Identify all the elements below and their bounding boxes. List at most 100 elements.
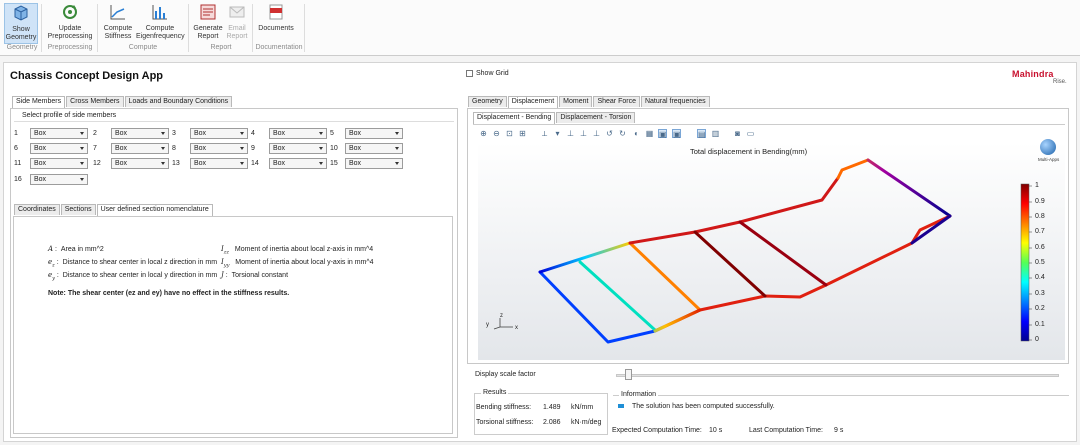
tab-coordinates[interactable]: Coordinates — [14, 204, 60, 215]
scene-light-icon[interactable]: ◐ — [632, 129, 641, 138]
member-number-label: 3 — [172, 130, 176, 137]
member-number-label: 1 — [14, 130, 18, 137]
generate-report-button[interactable]: Generate Report — [193, 3, 223, 41]
select-profile-title: Select profile of side members — [22, 112, 117, 119]
documents-label: Documents — [258, 25, 294, 32]
compute-eigenfrequency-button[interactable]: Compute Eigenfrequency — [136, 3, 185, 41]
geometry-icon — [14, 5, 28, 21]
member-profile-select[interactable]: Box — [111, 158, 169, 169]
view-xy-icon[interactable]: ⊥ — [566, 129, 575, 138]
tab-cross-members[interactable]: Cross Members — [66, 96, 124, 107]
member-profile-select[interactable]: Box — [269, 143, 327, 154]
chevron-down-icon — [80, 178, 84, 181]
bending-stiffness-value: 1.489 — [543, 404, 561, 411]
print-icon[interactable]: ▭ — [746, 129, 755, 138]
zoom-out-icon[interactable]: ⊖ — [492, 129, 501, 138]
member-profile-select[interactable]: Box — [190, 128, 248, 139]
view-yz-icon[interactable]: ⊥ — [579, 129, 588, 138]
member-profile-select[interactable]: Box — [30, 158, 88, 169]
left-tabbar: Side Members Cross Members Loads and Bou… — [12, 96, 233, 108]
member-profile-select[interactable]: Box — [345, 158, 403, 169]
compute-stiffness-button[interactable]: Compute Stiffness — [101, 3, 135, 41]
tab-displacement[interactable]: Displacement — [507, 96, 559, 108]
member-profile-select[interactable]: Box — [345, 128, 403, 139]
tab-shear-force[interactable]: Shear Force — [593, 96, 640, 107]
compute-eigenfrequency-label-1: Compute — [145, 25, 175, 32]
nomen-ey: ey : Distance to shear center in local y… — [48, 271, 218, 282]
grid-view-icon[interactable]: ▤ — [697, 129, 706, 139]
wireframe-icon[interactable]: ▣ — [658, 129, 667, 139]
tab-displacement-torsion[interactable]: Displacement - Torsion — [556, 112, 636, 123]
zoom-in-icon[interactable]: ⊕ — [479, 129, 488, 138]
tab-side-members[interactable]: Side Members — [12, 96, 66, 108]
member-profile-value: Box — [194, 160, 207, 167]
displacement-subtabbar: Displacement - Bending Displacement - To… — [473, 112, 636, 124]
dropdown-arrow-icon[interactable]: ▾ — [553, 129, 562, 138]
member-profile-select[interactable]: Box — [30, 128, 88, 139]
member-profile-select[interactable]: Box — [30, 174, 88, 185]
info-status-icon — [618, 404, 624, 408]
chevron-down-icon — [240, 132, 244, 135]
multi-apps-badge-icon — [1040, 139, 1056, 155]
rotate-left-icon[interactable]: ↺ — [605, 129, 614, 138]
tab-geometry[interactable]: Geometry — [468, 96, 507, 107]
member-profile-select[interactable]: Box — [111, 143, 169, 154]
show-grid-checkbox[interactable] — [466, 70, 473, 77]
tab-displacement-bending[interactable]: Displacement - Bending — [473, 112, 556, 124]
member-profile-select[interactable]: Box — [269, 128, 327, 139]
plot-title: Total displacement in Bending(mm) — [690, 147, 808, 156]
chevron-down-icon — [240, 162, 244, 165]
show-geometry-button[interactable]: Show Geometry — [4, 3, 38, 44]
member-number-label: 2 — [93, 130, 97, 137]
member-profile-value: Box — [115, 145, 128, 152]
graphics-canvas[interactable] — [478, 142, 1065, 360]
shear-center-note: Note: The shear center (ez and ey) have … — [48, 290, 290, 297]
member-number-label: 14 — [251, 160, 259, 167]
scale-slider-track[interactable] — [616, 374, 1059, 377]
render-icon[interactable]: ▣ — [672, 129, 681, 139]
section-divider — [14, 121, 454, 122]
member-profile-select[interactable]: Box — [190, 158, 248, 169]
ribbon-separator — [304, 4, 305, 52]
member-profile-value: Box — [194, 130, 207, 137]
transparency-icon[interactable]: ▦ — [645, 129, 654, 138]
member-profile-value: Box — [349, 145, 362, 152]
member-profile-select[interactable]: Box — [190, 143, 248, 154]
member-profile-value: Box — [115, 130, 128, 137]
view-zx-icon[interactable]: ⊥ — [592, 129, 601, 138]
legend-tick: 0.7 — [1035, 228, 1045, 235]
member-number-label: 12 — [93, 160, 101, 167]
chevron-down-icon — [319, 132, 323, 135]
nomen-izz: Izz Moment of inertia about local z-axis… — [221, 245, 374, 256]
tab-nomenclature[interactable]: User defined section nomenclature — [96, 204, 213, 216]
documents-button[interactable]: Documents — [256, 3, 296, 33]
member-profile-select[interactable]: Box — [345, 143, 403, 154]
zoom-box-icon[interactable]: ⊡ — [505, 129, 514, 138]
tab-moment[interactable]: Moment — [559, 96, 593, 107]
rotate-right-icon[interactable]: ↻ — [618, 129, 627, 138]
expected-time-value: 10 s — [709, 427, 723, 434]
axis-orientation-icon[interactable]: ⟂ — [540, 129, 549, 138]
compute-stiffness-label-1: Compute — [103, 25, 133, 32]
email-report-button[interactable]: Email Report — [225, 3, 249, 41]
group-label-geometry: Geometry — [6, 44, 38, 51]
update-preprocessing-button[interactable]: Update Preprocessing — [46, 3, 94, 41]
legend-tick: 0.8 — [1035, 213, 1045, 220]
member-profile-select[interactable]: Box — [111, 128, 169, 139]
camera-icon[interactable]: ◙ — [733, 129, 742, 138]
stiffness-chart-icon — [110, 5, 125, 20]
show-legend-icon[interactable]: ▥ — [711, 129, 720, 138]
group-label-compute: Compute — [128, 44, 158, 51]
member-profile-select[interactable]: Box — [269, 158, 327, 169]
tab-sections[interactable]: Sections — [60, 204, 96, 215]
nomen-iyy: Iyy Moment of inertia about local y-axis… — [221, 258, 374, 269]
tab-loads-boundary[interactable]: Loads and Boundary Conditions — [124, 96, 233, 107]
chevron-down-icon — [80, 162, 84, 165]
member-profile-value: Box — [34, 130, 47, 137]
nomen-ez: ez : Distance to shear center in local z… — [48, 258, 218, 269]
zoom-extents-icon[interactable]: ⊞ — [518, 129, 527, 138]
ribbon-separator — [188, 4, 189, 52]
member-profile-select[interactable]: Box — [30, 143, 88, 154]
tab-natural-frequencies[interactable]: Natural frequencies — [640, 96, 710, 107]
scale-slider-thumb[interactable] — [624, 369, 632, 380]
